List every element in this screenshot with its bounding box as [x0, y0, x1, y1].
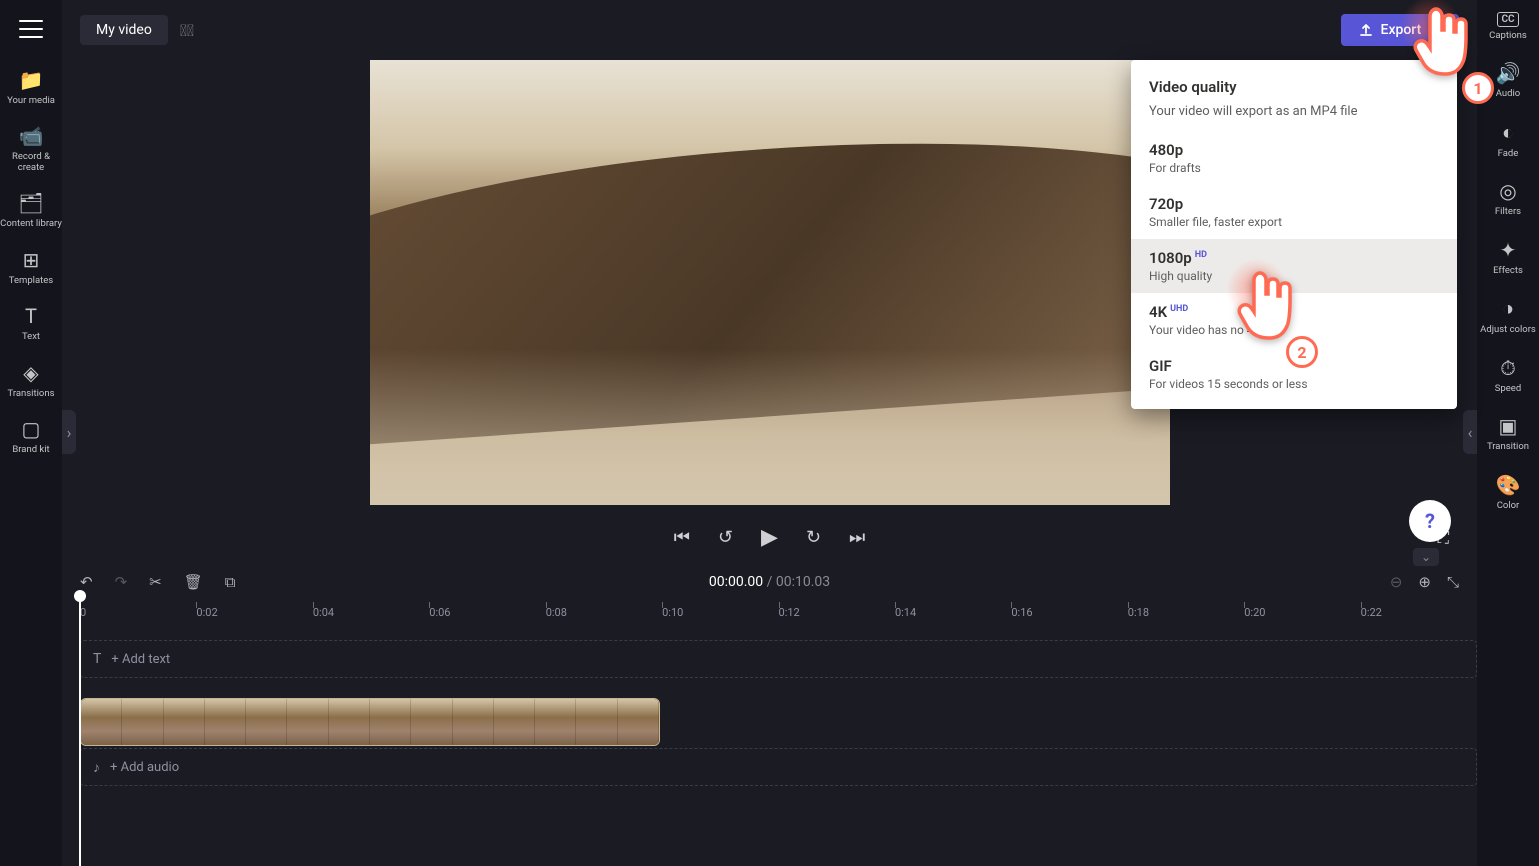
quality-option-480p[interactable]: 480pFor drafts: [1131, 131, 1457, 185]
video-clip[interactable]: [80, 698, 660, 746]
rnav-filters[interactable]: ◎Filters: [1495, 179, 1521, 217]
time-elapsed: 00:00.00: [709, 574, 763, 590]
rnav-captions[interactable]: CCCaptions: [1489, 12, 1527, 41]
nav-record-create[interactable]: 📹Record & create: [0, 124, 62, 173]
text-track[interactable]: T+ Add text: [80, 640, 1477, 678]
music-icon: ♪: [93, 759, 100, 776]
zoom-in-icon[interactable]: ⊕: [1418, 573, 1431, 591]
ruler-tick: 0:12: [779, 606, 895, 619]
play-icon[interactable]: ▶: [761, 525, 778, 550]
rnav-adjust-colors[interactable]: ◑Adjust colors: [1480, 296, 1536, 335]
skip-forward-icon[interactable]: ⏭: [849, 527, 865, 548]
wand-icon: ✦: [1500, 238, 1517, 262]
ruler-tick: 0:02: [196, 606, 312, 619]
hamburger-menu[interactable]: [19, 20, 43, 38]
time-total: / 00:10.03: [767, 574, 831, 590]
right-sidebar: CCCaptions 🔊Audio ◐Fade ◎Filters ✦Effect…: [1477, 0, 1539, 866]
help-button[interactable]: ?: [1409, 500, 1451, 542]
export-label: Export: [1381, 22, 1422, 38]
ruler-tick: 0:10: [662, 606, 778, 619]
nav-transitions[interactable]: ◈Transitions: [8, 361, 55, 399]
quality-option-720p[interactable]: 720pSmaller file, faster export: [1131, 185, 1457, 239]
quality-option-gif[interactable]: GIFFor videos 15 seconds or less: [1131, 347, 1457, 401]
ruler-tick: 0:22: [1361, 606, 1477, 619]
ruler-tick: 0:20: [1244, 606, 1360, 619]
dropdown-title: Video quality: [1131, 78, 1457, 104]
undo-icon[interactable]: ↶: [80, 573, 93, 591]
fit-icon[interactable]: ⤡: [1447, 573, 1459, 591]
slide-icon: ▣: [1499, 414, 1518, 438]
cut-icon[interactable]: ✂: [149, 573, 162, 591]
forward-icon[interactable]: ↻: [806, 527, 821, 548]
visibility-icon[interactable]: 👁⃠: [180, 21, 194, 40]
rewind-icon[interactable]: ↺: [718, 527, 733, 548]
playback-controls: ⏮ ↺ ▶ ↻ ⏭: [674, 525, 866, 550]
ruler-tick: 0: [80, 606, 196, 619]
playhead[interactable]: [79, 596, 81, 866]
redo-icon[interactable]: ↷: [115, 573, 128, 591]
rnav-fade[interactable]: ◐Fade: [1498, 120, 1519, 159]
ruler-tick: 0:06: [429, 606, 545, 619]
speaker-icon: 🔊: [1496, 61, 1521, 85]
time-display: 00:00.00 / 00:10.03: [709, 574, 830, 590]
video-preview[interactable]: [370, 60, 1170, 505]
rnav-effects[interactable]: ✦Effects: [1493, 238, 1523, 276]
nav-text[interactable]: TText: [22, 304, 40, 342]
cc-icon: CC: [1497, 12, 1518, 27]
zoom-controls: ⊖ ⊕ ⤡: [1390, 573, 1459, 591]
quality-option-4k[interactable]: 4KUHDYour video has no 4: [1131, 293, 1457, 347]
export-quality-dropdown: Video quality Your video will export as …: [1131, 60, 1457, 409]
expand-left-handle[interactable]: ›: [62, 410, 76, 454]
timeline-ruler[interactable]: 0 0:02 0:04 0:06 0:08 0:10 0:12 0:14 0:1…: [80, 599, 1477, 625]
ruler-tick: 0:14: [895, 606, 1011, 619]
ruler-tick: 0:04: [313, 606, 429, 619]
export-button[interactable]: Export ⌄: [1341, 14, 1459, 46]
dropdown-subtitle: Your video will export as an MP4 file: [1131, 104, 1457, 131]
chevron-down-icon: ⌄: [1429, 22, 1441, 38]
palette-icon: 🎨: [1496, 473, 1521, 497]
nav-your-media[interactable]: 📁Your media: [7, 68, 55, 106]
gauge-icon: ⏱: [1500, 356, 1516, 380]
card-icon: ▢: [22, 417, 41, 441]
diamond-icon: ◈: [23, 361, 38, 385]
timeline-header: ↶ ↷ ✂ 🗑 ⧉ 00:00.00 / 00:10.03 ⊖ ⊕ ⤡: [62, 565, 1477, 599]
folder-icon: 📁: [19, 68, 44, 92]
rnav-speed[interactable]: ⏱Speed: [1495, 356, 1521, 394]
grid-icon: ⊞: [23, 248, 40, 272]
collapse-right-handle[interactable]: ‹: [1463, 410, 1477, 454]
collapse-panel-icon[interactable]: ⌄: [1413, 548, 1439, 566]
contrast-icon: ◑: [1502, 296, 1514, 321]
upload-icon: [1359, 23, 1373, 37]
ruler-tick: 0:16: [1011, 606, 1127, 619]
header: My video 👁⃠ Export ⌄: [62, 0, 1477, 60]
video-cam-icon: 📹: [19, 124, 44, 148]
text-icon: T: [25, 304, 37, 328]
quality-option-1080p[interactable]: 1080pHDHigh quality: [1131, 239, 1457, 293]
rings-icon: ◎: [1499, 179, 1516, 203]
rnav-transition[interactable]: ▣Transition: [1487, 414, 1529, 452]
timeline-tools: ↶ ↷ ✂ 🗑 ⧉: [80, 573, 236, 591]
delete-icon[interactable]: 🗑: [184, 573, 203, 591]
ruler-tick: 0:18: [1128, 606, 1244, 619]
nav-content-library[interactable]: 🗂Content library: [0, 191, 62, 229]
rnav-audio[interactable]: 🔊Audio: [1496, 61, 1521, 99]
left-sidebar: 📁Your media 📹Record & create 🗂Content li…: [0, 0, 62, 866]
zoom-out-icon[interactable]: ⊖: [1390, 573, 1403, 591]
library-icon: 🗂: [18, 191, 43, 215]
nav-brand-kit[interactable]: ▢Brand kit: [12, 417, 49, 455]
project-title[interactable]: My video: [80, 15, 168, 45]
skip-back-icon[interactable]: ⏮: [674, 527, 690, 548]
nav-templates[interactable]: ⊞Templates: [9, 248, 53, 286]
half-circle-icon: ◐: [1502, 120, 1514, 145]
ruler-tick: 0:08: [546, 606, 662, 619]
duplicate-icon[interactable]: ⧉: [225, 573, 236, 591]
audio-track[interactable]: ♪+ Add audio: [80, 748, 1477, 786]
rnav-color[interactable]: 🎨Color: [1496, 473, 1521, 511]
text-icon: T: [93, 651, 101, 667]
